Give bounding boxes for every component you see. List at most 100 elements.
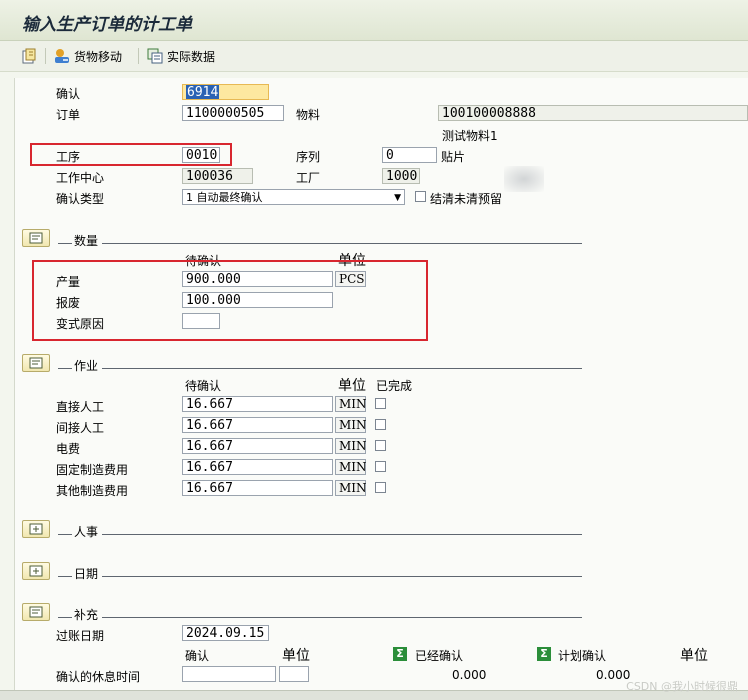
activity-section-title: 作业 — [74, 359, 99, 373]
activity-field[interactable]: 16.667 — [182, 417, 333, 433]
activity-unit: MIN — [335, 396, 367, 412]
collapse-supplement-button[interactable] — [22, 603, 50, 621]
expand-personnel-button[interactable] — [22, 520, 50, 538]
quantity-section-title: 数量 — [74, 234, 99, 248]
toolbar-separator — [45, 48, 46, 64]
sigma-icon: Σ — [537, 647, 551, 661]
section-toggle-icon — [29, 606, 43, 618]
col-confirm: 确认 — [185, 649, 210, 663]
toolbar: 货物移动 实际数据 — [0, 41, 748, 72]
section-rule — [102, 243, 582, 244]
activity-field[interactable]: 16.667 — [182, 459, 333, 475]
activity-done-checkbox[interactable] — [375, 440, 386, 451]
sigma-icon: Σ — [393, 647, 407, 661]
supplement-section-title: 补充 — [74, 608, 99, 622]
section-rule — [102, 576, 582, 577]
clear-reservation-checkbox[interactable] — [415, 191, 426, 202]
break-time-field[interactable] — [182, 666, 276, 682]
section-rule — [58, 617, 72, 618]
actual-data-button[interactable]: 实际数据 — [146, 46, 215, 66]
activity-section-header — [22, 353, 50, 373]
expand-dates-button[interactable] — [22, 562, 50, 580]
activity-label: 固定制造费用 — [56, 463, 129, 477]
sequence-field[interactable]: 0 — [382, 147, 437, 163]
section-toggle-icon — [29, 357, 43, 369]
activity-label: 间接人工 — [56, 421, 105, 435]
actual-data-icon — [147, 48, 163, 64]
break-time-unit-field[interactable] — [279, 666, 309, 682]
new-document-button[interactable] — [20, 46, 38, 66]
workcenter-field: 100036 — [182, 168, 253, 184]
watermark: CSDN @我小时候很鼎 — [626, 680, 738, 693]
col-planned: 计划确认 — [558, 649, 607, 663]
goods-movement-label: 货物移动 — [74, 49, 123, 64]
plant-field: 1000 — [382, 168, 420, 184]
break-time-label: 确认的休息时间 — [56, 670, 141, 684]
section-rule — [58, 576, 72, 577]
activity-field[interactable]: 16.667 — [182, 396, 333, 412]
order-field[interactable]: 1100000505 — [182, 105, 284, 121]
section-rule — [102, 617, 582, 618]
conftype-value: 1 自动最终确认 — [186, 191, 263, 204]
collapse-activity-button[interactable] — [22, 354, 50, 372]
activity-unit: MIN — [335, 459, 367, 475]
goods-movement-button[interactable]: 货物移动 — [53, 46, 122, 66]
clear-reservation-label: 结清未清预留 — [430, 192, 503, 206]
col-unit: 单位 — [282, 648, 310, 664]
col-pending: 待确认 — [185, 379, 222, 393]
personnel-section-title: 人事 — [74, 525, 99, 539]
personnel-section-header — [22, 519, 50, 539]
section-expand-icon — [29, 565, 43, 577]
quantity-highlight — [32, 260, 428, 341]
confirmed-value: 0.000 — [452, 668, 487, 682]
activity-done-checkbox[interactable] — [375, 482, 386, 493]
section-toggle-icon — [29, 232, 43, 244]
section-rule — [102, 368, 582, 369]
toolbar-separator — [138, 48, 139, 64]
quantity-section-header — [22, 228, 50, 248]
dates-section-title: 日期 — [74, 567, 99, 581]
new-document-icon — [22, 48, 36, 64]
posting-date-field[interactable]: 2024.09.15 — [182, 625, 269, 641]
section-expand-icon — [29, 523, 43, 535]
chevron-down-icon: ▼ — [394, 193, 401, 203]
section-rule — [58, 368, 72, 369]
activity-unit: MIN — [335, 438, 367, 454]
col-done: 已完成 — [376, 379, 413, 393]
actual-data-label: 实际数据 — [167, 49, 216, 64]
activity-done-checkbox[interactable] — [375, 398, 386, 409]
activity-unit: MIN — [335, 417, 367, 433]
activity-done-checkbox[interactable] — [375, 419, 386, 430]
activity-label: 其他制造费用 — [56, 484, 129, 498]
activity-label: 电费 — [56, 442, 81, 456]
operation-highlight — [30, 143, 232, 166]
col-unit-2: 单位 — [680, 648, 708, 664]
section-rule — [102, 534, 582, 535]
activity-field[interactable]: 16.667 — [182, 438, 333, 454]
activity-done-checkbox[interactable] — [375, 461, 386, 472]
goods-movement-icon — [55, 49, 69, 63]
section-rule — [58, 534, 72, 535]
confirm-field[interactable]: 6914 — [182, 84, 269, 100]
collapse-quantity-button[interactable] — [22, 229, 50, 247]
activity-label: 直接人工 — [56, 400, 105, 414]
material-field: 100100008888 — [438, 105, 748, 121]
col-confirmed: 已经确认 — [415, 649, 464, 663]
confirm-label: 确认 — [56, 87, 81, 101]
title-bar: 输入生产订单的计工单 — [0, 0, 748, 41]
dates-section-header — [22, 561, 50, 581]
sequence-label: 序列 — [296, 150, 321, 164]
conftype-label: 确认类型 — [56, 192, 105, 206]
workcenter-label: 工作中心 — [56, 171, 105, 185]
confirm-value: 6914 — [186, 85, 220, 100]
section-rule — [58, 243, 72, 244]
page-title: 输入生产订单的计工单 — [22, 15, 192, 35]
material-description: 测试物料1 — [442, 129, 498, 143]
conftype-dropdown[interactable]: 1 自动最终确认 ▼ — [182, 189, 405, 205]
material-label: 物料 — [296, 108, 321, 122]
col-unit: 单位 — [338, 378, 366, 394]
activity-field[interactable]: 16.667 — [182, 480, 333, 496]
plant-label: 工厂 — [296, 171, 321, 185]
order-label: 订单 — [56, 108, 81, 122]
activity-unit: MIN — [335, 480, 367, 496]
